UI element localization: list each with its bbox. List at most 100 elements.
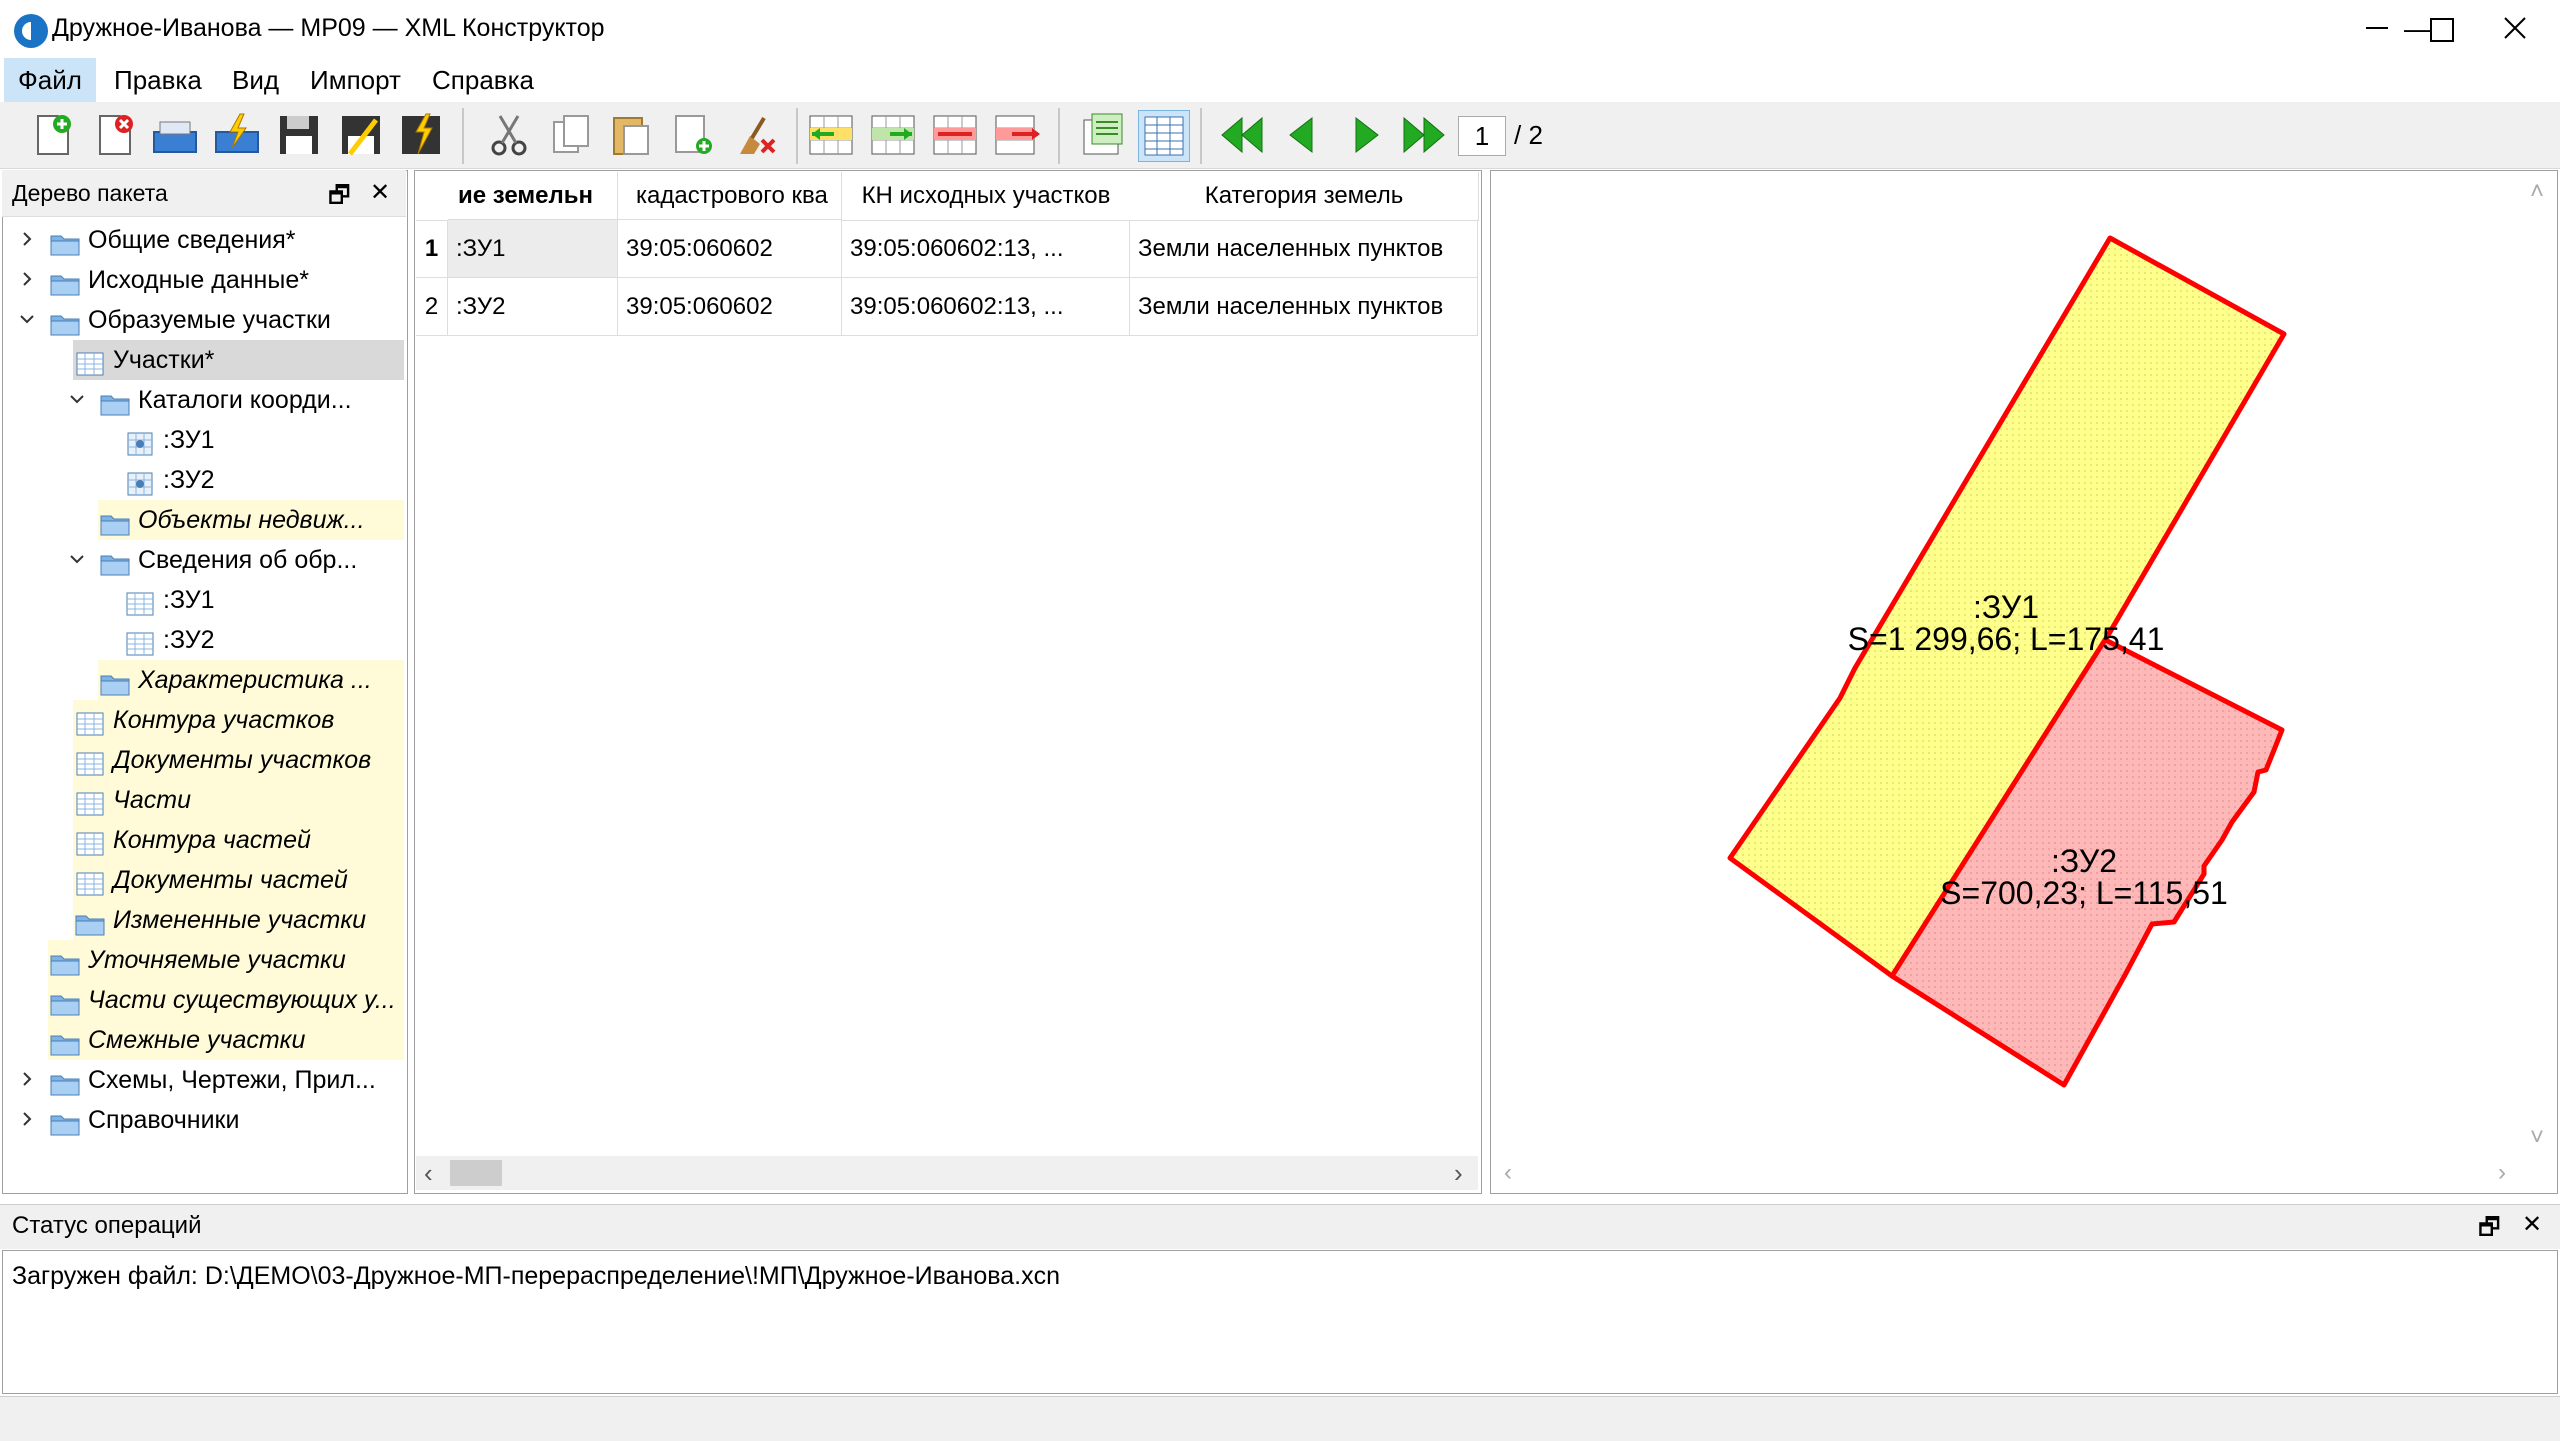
- map-scroll-left-icon[interactable]: ‹: [1504, 1156, 1512, 1190]
- table-icon: [75, 708, 105, 736]
- last-page-button[interactable]: [1400, 110, 1450, 160]
- paste-button[interactable]: [606, 110, 656, 160]
- column-header-name[interactable]: ие земельн: [448, 172, 618, 220]
- open-button[interactable]: [150, 110, 200, 160]
- chevron-right-icon[interactable]: [18, 1110, 36, 1128]
- save-button[interactable]: [274, 110, 324, 160]
- close-file-button[interactable]: [90, 110, 140, 160]
- menu-view[interactable]: Вид: [218, 58, 293, 102]
- first-page-button[interactable]: [1216, 110, 1266, 160]
- clear-button[interactable]: [730, 110, 780, 160]
- float-panel-icon[interactable]: 🗗: [328, 178, 351, 219]
- grid-scroll-left-icon[interactable]: ‹: [424, 1156, 433, 1190]
- tree-item-label: :ЗУ2: [163, 626, 215, 654]
- table-cell[interactable]: 39:05:060602:13, ...: [842, 220, 1130, 278]
- folder-icon: [100, 508, 130, 536]
- tree-item[interactable]: Участки*: [73, 340, 404, 380]
- grid-scroll-thumb[interactable]: [450, 1160, 502, 1186]
- table-cell[interactable]: Земли населенных пунктов: [1130, 220, 1478, 278]
- grid-scroll-right-icon[interactable]: ›: [1454, 1156, 1463, 1190]
- tree-item[interactable]: :ЗУ2: [4, 620, 404, 660]
- column-header-land-category[interactable]: Категория земель: [1130, 172, 1479, 221]
- tree-item[interactable]: :ЗУ1: [4, 580, 404, 620]
- table-row[interactable]: 2:ЗУ2 39:05:060602 39:05:060602:13, ... Зем…: [416, 278, 1478, 336]
- map-scroll-down-icon[interactable]: ˅: [2530, 1124, 2544, 1152]
- menu-file[interactable]: Файл: [4, 58, 96, 102]
- map-scroll-right-icon[interactable]: ›: [2498, 1156, 2506, 1190]
- tree-item[interactable]: Документы участков: [73, 740, 404, 780]
- table-cell[interactable]: :ЗУ2: [448, 278, 618, 336]
- tree-item[interactable]: Исходные данные*: [4, 260, 404, 300]
- previous-page-button[interactable]: [1278, 110, 1328, 160]
- status-panel-title: Статус операций: [12, 1212, 202, 1239]
- chevron-down-icon[interactable]: [68, 550, 86, 568]
- tree-item[interactable]: :ЗУ1: [4, 420, 404, 460]
- app-logo-icon: [14, 14, 48, 48]
- quick-open-button[interactable]: [212, 110, 262, 160]
- table-cell[interactable]: 39:05:060602: [618, 220, 842, 278]
- tree-item[interactable]: Справочники: [4, 1100, 404, 1140]
- cut-button[interactable]: [484, 110, 534, 160]
- next-page-button[interactable]: [1340, 110, 1390, 160]
- status-panel-header: [0, 1204, 2560, 1249]
- chevron-right-icon[interactable]: [18, 1070, 36, 1088]
- table-cell[interactable]: 39:05:060602: [618, 278, 842, 336]
- map-canvas[interactable]: :ЗУ1 S=1 299,66; L=175,41 :ЗУ2 S=700,23;…: [1492, 172, 2532, 1154]
- tree-item[interactable]: Сведения об обр...: [4, 540, 404, 580]
- tree-item[interactable]: Контура участков: [73, 700, 404, 740]
- column-header-cadastral-quarter[interactable]: кадастрового ква: [618, 172, 842, 220]
- table-cell[interactable]: :ЗУ1: [448, 220, 618, 278]
- close-panel-icon[interactable]: ✕: [370, 178, 390, 207]
- tree-item[interactable]: Документы частей: [73, 860, 404, 900]
- tree-item[interactable]: Измененные участки: [73, 900, 404, 940]
- chevron-right-icon[interactable]: [18, 270, 36, 288]
- tree-item[interactable]: Смежные участки: [48, 1020, 404, 1060]
- minimize-icon: [2366, 27, 2388, 29]
- status-close-panel-icon[interactable]: ✕: [2522, 1210, 2542, 1239]
- chevron-down-icon[interactable]: [18, 310, 36, 328]
- table-cell[interactable]: 39:05:060602:13, ...: [842, 278, 1130, 336]
- tree-item-label: Сведения об обр...: [138, 546, 358, 574]
- chevron-down-icon[interactable]: [68, 390, 86, 408]
- grid-horizontal-scrollbar[interactable]: [416, 1156, 1478, 1190]
- close-window-button[interactable]: [2470, 0, 2560, 58]
- paste-add-icon: [675, 115, 712, 154]
- tree-item[interactable]: Каталоги коорди...: [4, 380, 404, 420]
- tree-item[interactable]: Характеристика ...: [98, 660, 404, 700]
- tree-item-label: Участки*: [113, 346, 215, 374]
- row-number[interactable]: 2: [416, 278, 448, 336]
- tree-item[interactable]: Уточняемые участки: [48, 940, 404, 980]
- tree-item[interactable]: Образуемые участки: [4, 300, 404, 340]
- insert-row-after-button[interactable]: [868, 110, 918, 160]
- table-view-button[interactable]: [1138, 110, 1190, 162]
- copy-button[interactable]: [546, 110, 596, 160]
- tree-item[interactable]: Части существующих у...: [48, 980, 404, 1020]
- insert-row-before-button[interactable]: [806, 110, 856, 160]
- table-row[interactable]: 1:ЗУ1 39:05:060602 39:05:060602:13, ... Зем…: [416, 220, 1478, 278]
- table-cell[interactable]: Земли населенных пунктов: [1130, 278, 1478, 336]
- delete-row-button[interactable]: [930, 110, 980, 160]
- menu-edit[interactable]: Правка: [100, 58, 216, 102]
- tree-item[interactable]: Части: [73, 780, 404, 820]
- paste-new-button[interactable]: [668, 110, 718, 160]
- new-file-button[interactable]: [28, 110, 78, 160]
- column-header-source-parcels[interactable]: КН исходных участков: [842, 172, 1131, 221]
- row-number[interactable]: 1: [416, 220, 448, 278]
- status-float-panel-icon[interactable]: 🗗: [2478, 1210, 2501, 1251]
- menu-import[interactable]: Импорт: [296, 58, 415, 102]
- form-view-button[interactable]: [1078, 110, 1128, 160]
- tree-item[interactable]: Схемы, Чертежи, Прил...: [4, 1060, 404, 1100]
- close-file-icon: [99, 115, 133, 155]
- delete-all-rows-button[interactable]: [992, 110, 1042, 160]
- tree-item[interactable]: :ЗУ2: [4, 460, 404, 500]
- tree-item[interactable]: Контура частей: [73, 820, 404, 860]
- menu-help[interactable]: Справка: [418, 58, 548, 102]
- chevron-right-icon[interactable]: [18, 230, 36, 248]
- tree-item[interactable]: Объекты недвиж...: [98, 500, 404, 540]
- tree-item[interactable]: Общие сведения*: [4, 220, 404, 260]
- save-as-button[interactable]: [336, 110, 386, 160]
- page-number-input[interactable]: 1: [1458, 116, 1506, 156]
- map-horizontal-scrollbar[interactable]: [1492, 1156, 2532, 1190]
- quick-save-button[interactable]: [396, 110, 446, 160]
- map-scroll-up-icon[interactable]: ˄: [2530, 178, 2544, 206]
